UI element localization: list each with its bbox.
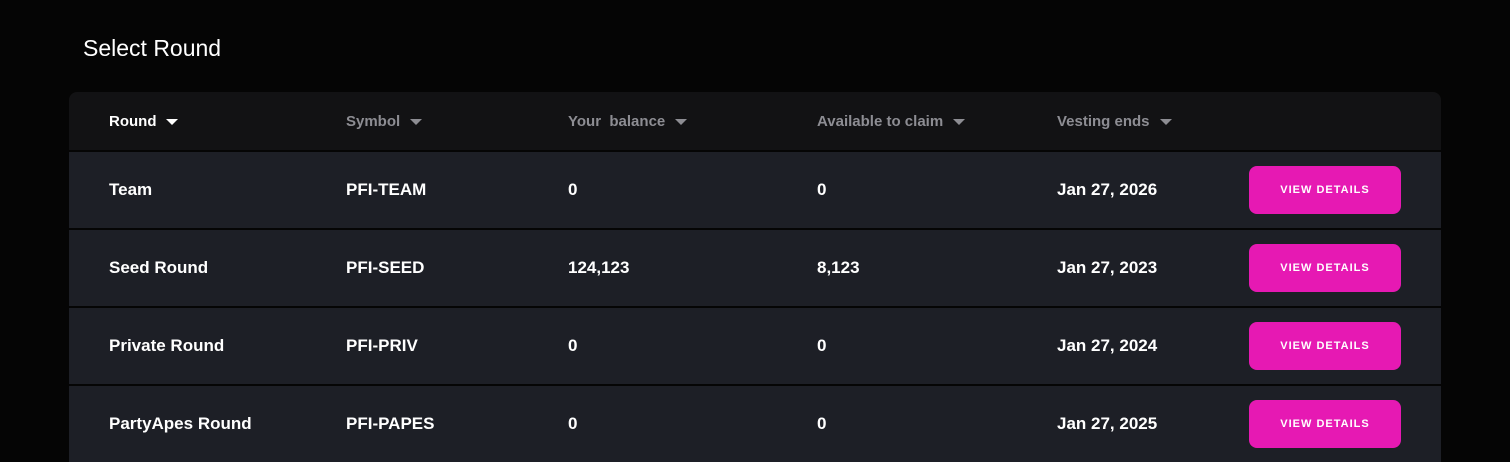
available-value: 0: [817, 414, 827, 433]
column-header-balance[interactable]: Your balance: [568, 92, 688, 150]
vesting-ends-date: Jan 27, 2023: [1057, 258, 1158, 277]
round-symbol: PFI-TEAM: [346, 180, 427, 199]
caret-down-icon: [953, 119, 966, 125]
table-row: Seed Round PFI-SEED 124,123 8,123 Jan 27…: [69, 230, 1441, 306]
balance-value: 124,123: [568, 258, 630, 277]
caret-down-icon: [1159, 119, 1172, 125]
column-header-label: Round: [109, 112, 157, 130]
column-header-round[interactable]: Round: [109, 92, 179, 150]
round-name: Team: [109, 180, 153, 199]
column-header-available[interactable]: Available to claim: [817, 92, 966, 150]
column-header-label: Your balance: [568, 112, 666, 130]
table-row: PartyApes Round PFI-PAPES 0 0 Jan 27, 20…: [69, 386, 1441, 462]
view-details-button[interactable]: VIEW DETAILS: [1249, 244, 1401, 292]
round-name: Seed Round: [109, 258, 209, 277]
balance-value: 0: [568, 336, 578, 355]
available-value: 0: [817, 336, 827, 355]
column-header-vesting-ends[interactable]: Vesting ends: [1057, 92, 1172, 150]
round-name: PartyApes Round: [109, 414, 252, 433]
round-symbol: PFI-SEED: [346, 258, 425, 277]
view-details-button[interactable]: VIEW DETAILS: [1249, 400, 1401, 448]
balance-value: 0: [568, 414, 578, 433]
balance-value: 0: [568, 180, 578, 199]
column-header-label: Available to claim: [817, 112, 944, 130]
column-header-label: Vesting ends: [1057, 112, 1150, 130]
vesting-ends-date: Jan 27, 2026: [1057, 180, 1158, 199]
round-symbol: PFI-PRIV: [346, 336, 418, 355]
round-symbol: PFI-PAPES: [346, 414, 435, 433]
table-header: Round Symbol Your balance Available to c…: [69, 92, 1441, 150]
view-details-button[interactable]: VIEW DETAILS: [1249, 166, 1401, 214]
caret-down-icon: [410, 119, 423, 125]
select-round-page: Select Round Round Symbol Your balance A…: [0, 0, 1510, 462]
page-title: Select Round: [83, 35, 222, 61]
caret-down-icon: [166, 119, 179, 125]
round-name: Private Round: [109, 336, 225, 355]
view-details-button[interactable]: VIEW DETAILS: [1249, 322, 1401, 370]
column-header-symbol[interactable]: Symbol: [346, 92, 423, 150]
caret-down-icon: [675, 119, 688, 125]
table-row: Private Round PFI-PRIV 0 0 Jan 27, 2024 …: [69, 308, 1441, 384]
vesting-ends-date: Jan 27, 2025: [1057, 414, 1158, 433]
vesting-ends-date: Jan 27, 2024: [1057, 336, 1158, 355]
available-value: 8,123: [817, 258, 860, 277]
table-row: Team PFI-TEAM 0 0 Jan 27, 2026 VIEW DETA…: [69, 152, 1441, 228]
available-value: 0: [817, 180, 827, 199]
column-header-label: Symbol: [346, 112, 401, 130]
rounds-table: Round Symbol Your balance Available to c…: [69, 92, 1441, 462]
